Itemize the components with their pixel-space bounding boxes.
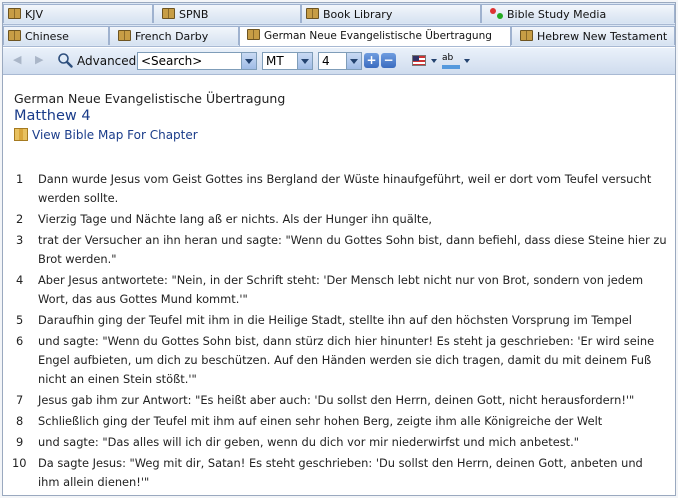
verse: 1 Dann wurde Jesus vom Geist Gottes ins B…	[3, 170, 675, 208]
plus-icon[interactable]: +	[364, 53, 379, 68]
search-combo[interactable]: <Search>	[137, 52, 257, 70]
verse-number: 10	[12, 456, 27, 470]
tab-spnb[interactable]: SPNB	[153, 4, 301, 23]
tab-label: Chinese	[25, 30, 69, 43]
verse-text: Da sagte Jesus: "Weg mit dir, Satan! Es …	[38, 456, 643, 489]
verse: 6 und sagte: "Wenn du Gottes Sohn bist, d…	[3, 332, 675, 389]
verse-number: 4	[16, 273, 24, 287]
verse-text: und sagte: "Das alles will ich dir geben…	[38, 435, 579, 449]
tab-row-bottom: Chinese French Darby German Neue Evangel…	[3, 25, 675, 47]
verse-text: und sagte: "Wenn du Gottes Sohn bist, da…	[38, 334, 655, 386]
search-input[interactable]: <Search>	[141, 54, 202, 68]
verse: 7 Jesus gab ihm zur Antwort: "Es heißt ab…	[3, 391, 675, 410]
verse-number: 8	[16, 414, 24, 428]
chapter-value: 4	[322, 54, 330, 68]
verse-number: 7	[16, 393, 24, 407]
book-icon	[8, 30, 21, 41]
book-select[interactable]: MT	[262, 52, 313, 70]
verse-text: Schließlich ging der Teufel mit ihm auf …	[38, 414, 603, 428]
navigation-toolbar: ◀ ▶ Advanced <Search> MT 4 + − ab	[3, 48, 675, 75]
tab-label: Book Library	[323, 8, 393, 21]
verse-text: trat der Versucher an ihn heran und sagt…	[38, 233, 667, 266]
verse: 9 und sagte: "Das alles will ich dir gebe…	[3, 433, 675, 452]
chevron-down-icon[interactable]	[431, 59, 437, 63]
verse: 8 Schließlich ging der Teufel mit ihm auf…	[3, 412, 675, 431]
tab-label: German Neue Evangelistische Übertragung	[264, 30, 492, 42]
book-icon	[8, 8, 21, 19]
chevron-down-icon[interactable]	[297, 53, 312, 69]
bible-map-link[interactable]: View Bible Map For Chapter	[14, 128, 198, 142]
verse-number: 9	[16, 435, 24, 449]
tab-label: Bible Study Media	[507, 8, 607, 21]
book-value: MT	[266, 54, 284, 68]
chapter-content: German Neue Evangelistische Übertragung …	[3, 75, 675, 495]
verse-number: 2	[16, 212, 24, 226]
chevron-down-icon[interactable]	[241, 53, 256, 69]
verse-number: 6	[16, 334, 24, 348]
tab-bible-study-media[interactable]: Bible Study Media	[481, 4, 675, 23]
forward-arrow-icon[interactable]: ▶	[35, 53, 43, 66]
book-icon	[162, 8, 175, 19]
search-icon[interactable]	[57, 52, 73, 68]
map-icon	[14, 128, 28, 141]
back-arrow-icon[interactable]: ◀	[13, 53, 21, 66]
advanced-search-button[interactable]: Advanced	[77, 54, 136, 68]
tab-hebrew-new-testament[interactable]: Hebrew New Testament	[511, 26, 675, 45]
bible-reader-window: KJV SPNB Book Library Bible Study Media …	[2, 2, 676, 496]
tab-french-darby[interactable]: French Darby	[109, 26, 239, 45]
highlight-icon[interactable]: ab	[442, 53, 460, 69]
tab-label: KJV	[25, 8, 43, 21]
tab-label: French Darby	[135, 30, 209, 43]
verse-text: Jesus gab ihm zur Antwort: "Es heißt abe…	[38, 393, 635, 407]
tab-row-top: KJV SPNB Book Library Bible Study Media	[3, 3, 675, 25]
media-icon	[490, 8, 503, 19]
tab-kjv[interactable]: KJV	[3, 4, 153, 23]
verse: 5 Daraufhin ging der Teufel mit ihm in di…	[3, 311, 675, 330]
verse: 2 Vierzig Tage und Nächte lang aß er nich…	[3, 210, 675, 229]
minus-icon[interactable]: −	[381, 53, 396, 68]
flag-icon[interactable]	[412, 55, 426, 66]
tab-label: Hebrew New Testament	[537, 30, 668, 43]
tab-german-neue-evangelistische[interactable]: German Neue Evangelistische Übertragung	[239, 26, 511, 46]
verse-number: 1	[16, 172, 24, 186]
tab-label: SPNB	[179, 8, 209, 21]
chevron-down-icon[interactable]	[346, 53, 361, 69]
verse-text: Daraufhin ging der Teufel mit ihm in die…	[38, 313, 632, 327]
tab-chinese[interactable]: Chinese	[3, 26, 109, 45]
verse: 4 Aber Jesus antwortete: "Nein, in der Sc…	[3, 271, 675, 309]
verse-list: 1 Dann wurde Jesus vom Geist Gottes ins B…	[3, 170, 675, 494]
verse-text: Aber Jesus antwortete: "Nein, in der Sch…	[38, 273, 644, 306]
verse-number: 3	[16, 233, 24, 247]
verse-number: 5	[16, 313, 24, 327]
verse: 3 trat der Versucher an ihn heran und sag…	[3, 231, 675, 269]
book-icon	[306, 8, 319, 19]
verse: 10 Da sagte Jesus: "Weg mit dir, Satan! E…	[3, 454, 675, 492]
version-title: German Neue Evangelistische Übertragung	[14, 91, 286, 106]
verse-text: Vierzig Tage und Nächte lang aß er nicht…	[38, 212, 432, 226]
tab-book-library[interactable]: Book Library	[301, 4, 481, 23]
book-icon	[247, 29, 260, 40]
bible-map-link-label[interactable]: View Bible Map For Chapter	[32, 128, 198, 142]
book-icon	[520, 30, 533, 41]
book-icon	[118, 30, 131, 41]
verse-text: Dann wurde Jesus vom Geist Gottes ins Be…	[38, 172, 652, 205]
chapter-select[interactable]: 4	[318, 52, 362, 70]
chapter-title: Matthew 4	[14, 108, 91, 124]
chevron-down-icon[interactable]	[464, 59, 470, 63]
